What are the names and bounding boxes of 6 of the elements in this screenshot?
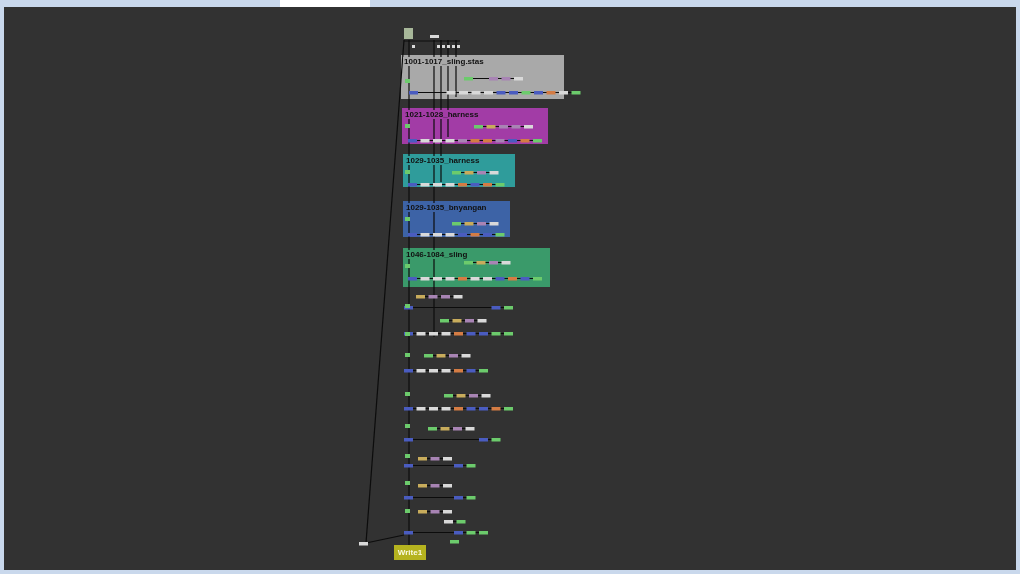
- backdrop-label: 1029-1035_harness: [405, 156, 481, 165]
- write-node[interactable]: Write1: [394, 545, 426, 560]
- backdrop-label: 1046-1084_sling: [405, 250, 469, 259]
- backdrop-label: 1021-1028_harness: [404, 110, 480, 119]
- backdrop-label: 1029-1035_bnyangan: [405, 203, 488, 212]
- backdrop-label: 1001-1017_sling.stas: [403, 57, 485, 66]
